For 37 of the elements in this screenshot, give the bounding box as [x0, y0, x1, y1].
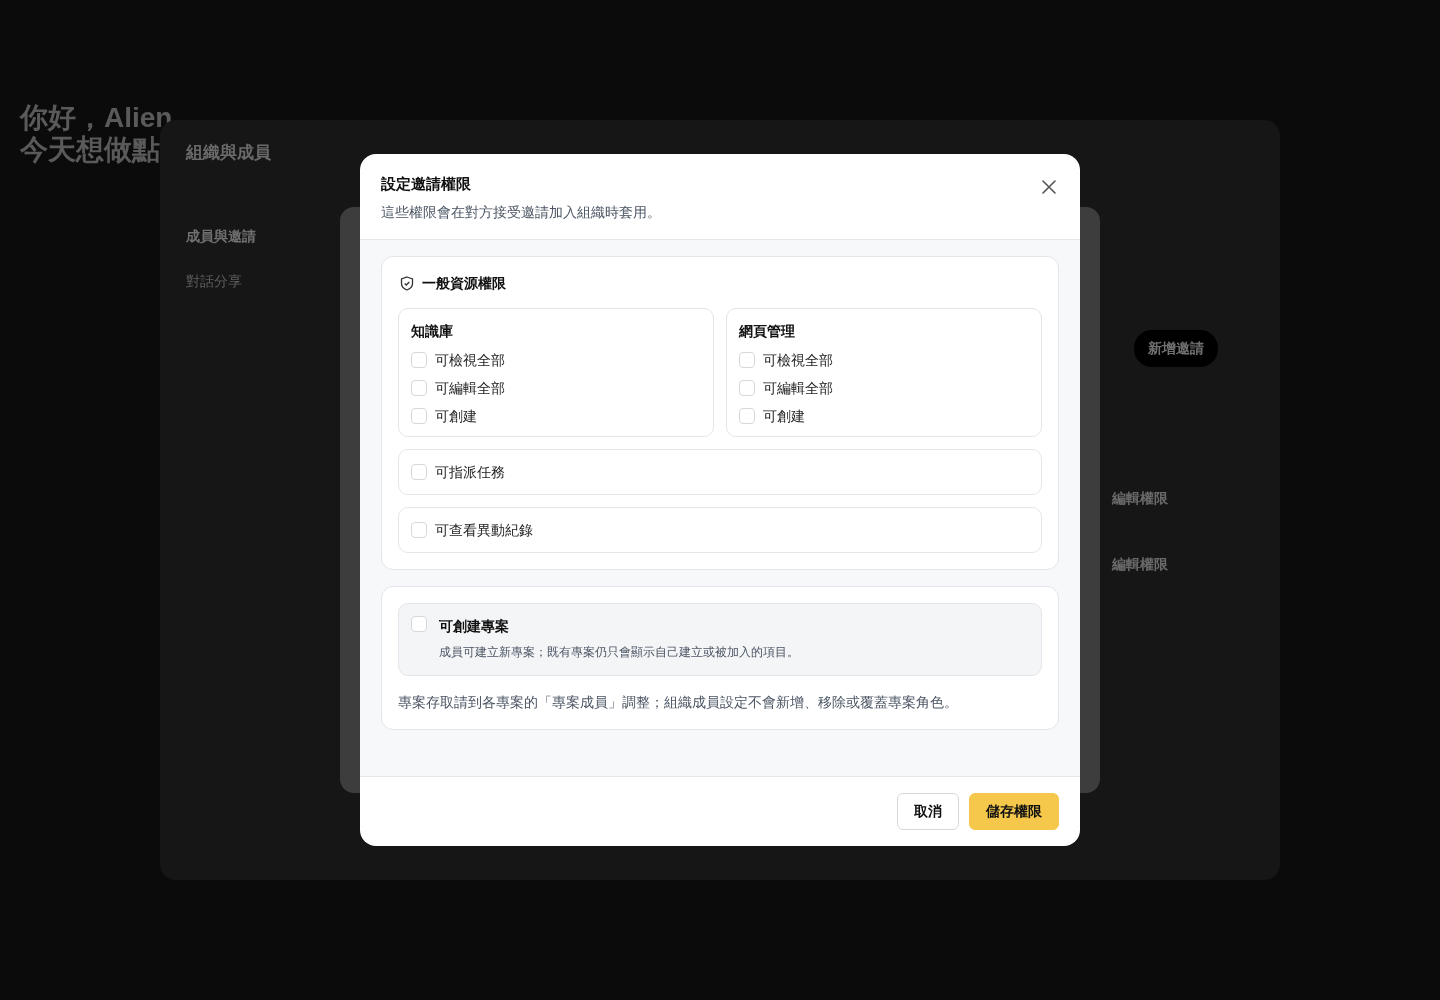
checkbox[interactable] — [739, 408, 755, 424]
dialog-subtitle: 這些權限會在對方接受邀請加入組織時套用。 — [381, 203, 662, 222]
option-label: 可創建專案 — [439, 617, 510, 636]
option-label: 可編輯全部 — [435, 378, 505, 398]
greeting-text: 今天想做點 — [20, 134, 161, 166]
cancel-button[interactable]: 取消 — [897, 793, 959, 830]
dialog-title: 組織與成員 — [186, 142, 272, 164]
option-label: 可編輯全部 — [763, 378, 833, 398]
save-button[interactable]: 儲存權限 — [969, 793, 1059, 830]
nav-item[interactable]: 成員與邀請 — [186, 225, 256, 247]
group-title: 網頁管理 — [739, 322, 796, 341]
project-option[interactable]: 可創建專案 成員可建立新專案；既有專案仍只會顯示自己建立或被加入的項目。 — [398, 603, 1042, 676]
close-button[interactable] — [1040, 178, 1058, 196]
option-label: 可指派任務 — [435, 462, 505, 482]
checkbox[interactable] — [411, 408, 427, 424]
option-label: 可查看異動紀錄 — [435, 520, 533, 540]
option-label: 可創建 — [435, 406, 477, 426]
shield-icon — [400, 276, 414, 291]
option-label: 可創建 — [763, 406, 805, 426]
greeting-text: 你好，Alien — [20, 102, 173, 134]
dialog-title: 設定邀請權限 — [381, 174, 471, 194]
checkbox[interactable] — [411, 464, 427, 480]
section-title: 一般資源權限 — [422, 274, 506, 293]
checkbox[interactable] — [739, 352, 755, 368]
note-text: 專案存取請到各專案的「專案成員」調整；組織成員設定不會新增、移除或覆蓋專案角色。 — [398, 693, 959, 712]
checkbox[interactable] — [411, 352, 427, 368]
checkbox[interactable] — [411, 380, 427, 396]
group-title: 知識庫 — [411, 322, 454, 341]
option-description: 成員可建立新專案；既有專案仍只會顯示自己建立或被加入的項目。 — [439, 644, 799, 661]
option-row[interactable]: 可指派任務 — [398, 449, 1042, 495]
checkbox[interactable] — [411, 616, 427, 632]
option-label: 可檢視全部 — [763, 350, 833, 370]
option-label: 可檢視全部 — [435, 350, 505, 370]
option-row[interactable]: 可查看異動紀錄 — [398, 507, 1042, 553]
checkbox[interactable] — [411, 522, 427, 538]
invite-button[interactable]: 新增邀請 — [1134, 330, 1218, 367]
checkbox[interactable] — [739, 380, 755, 396]
